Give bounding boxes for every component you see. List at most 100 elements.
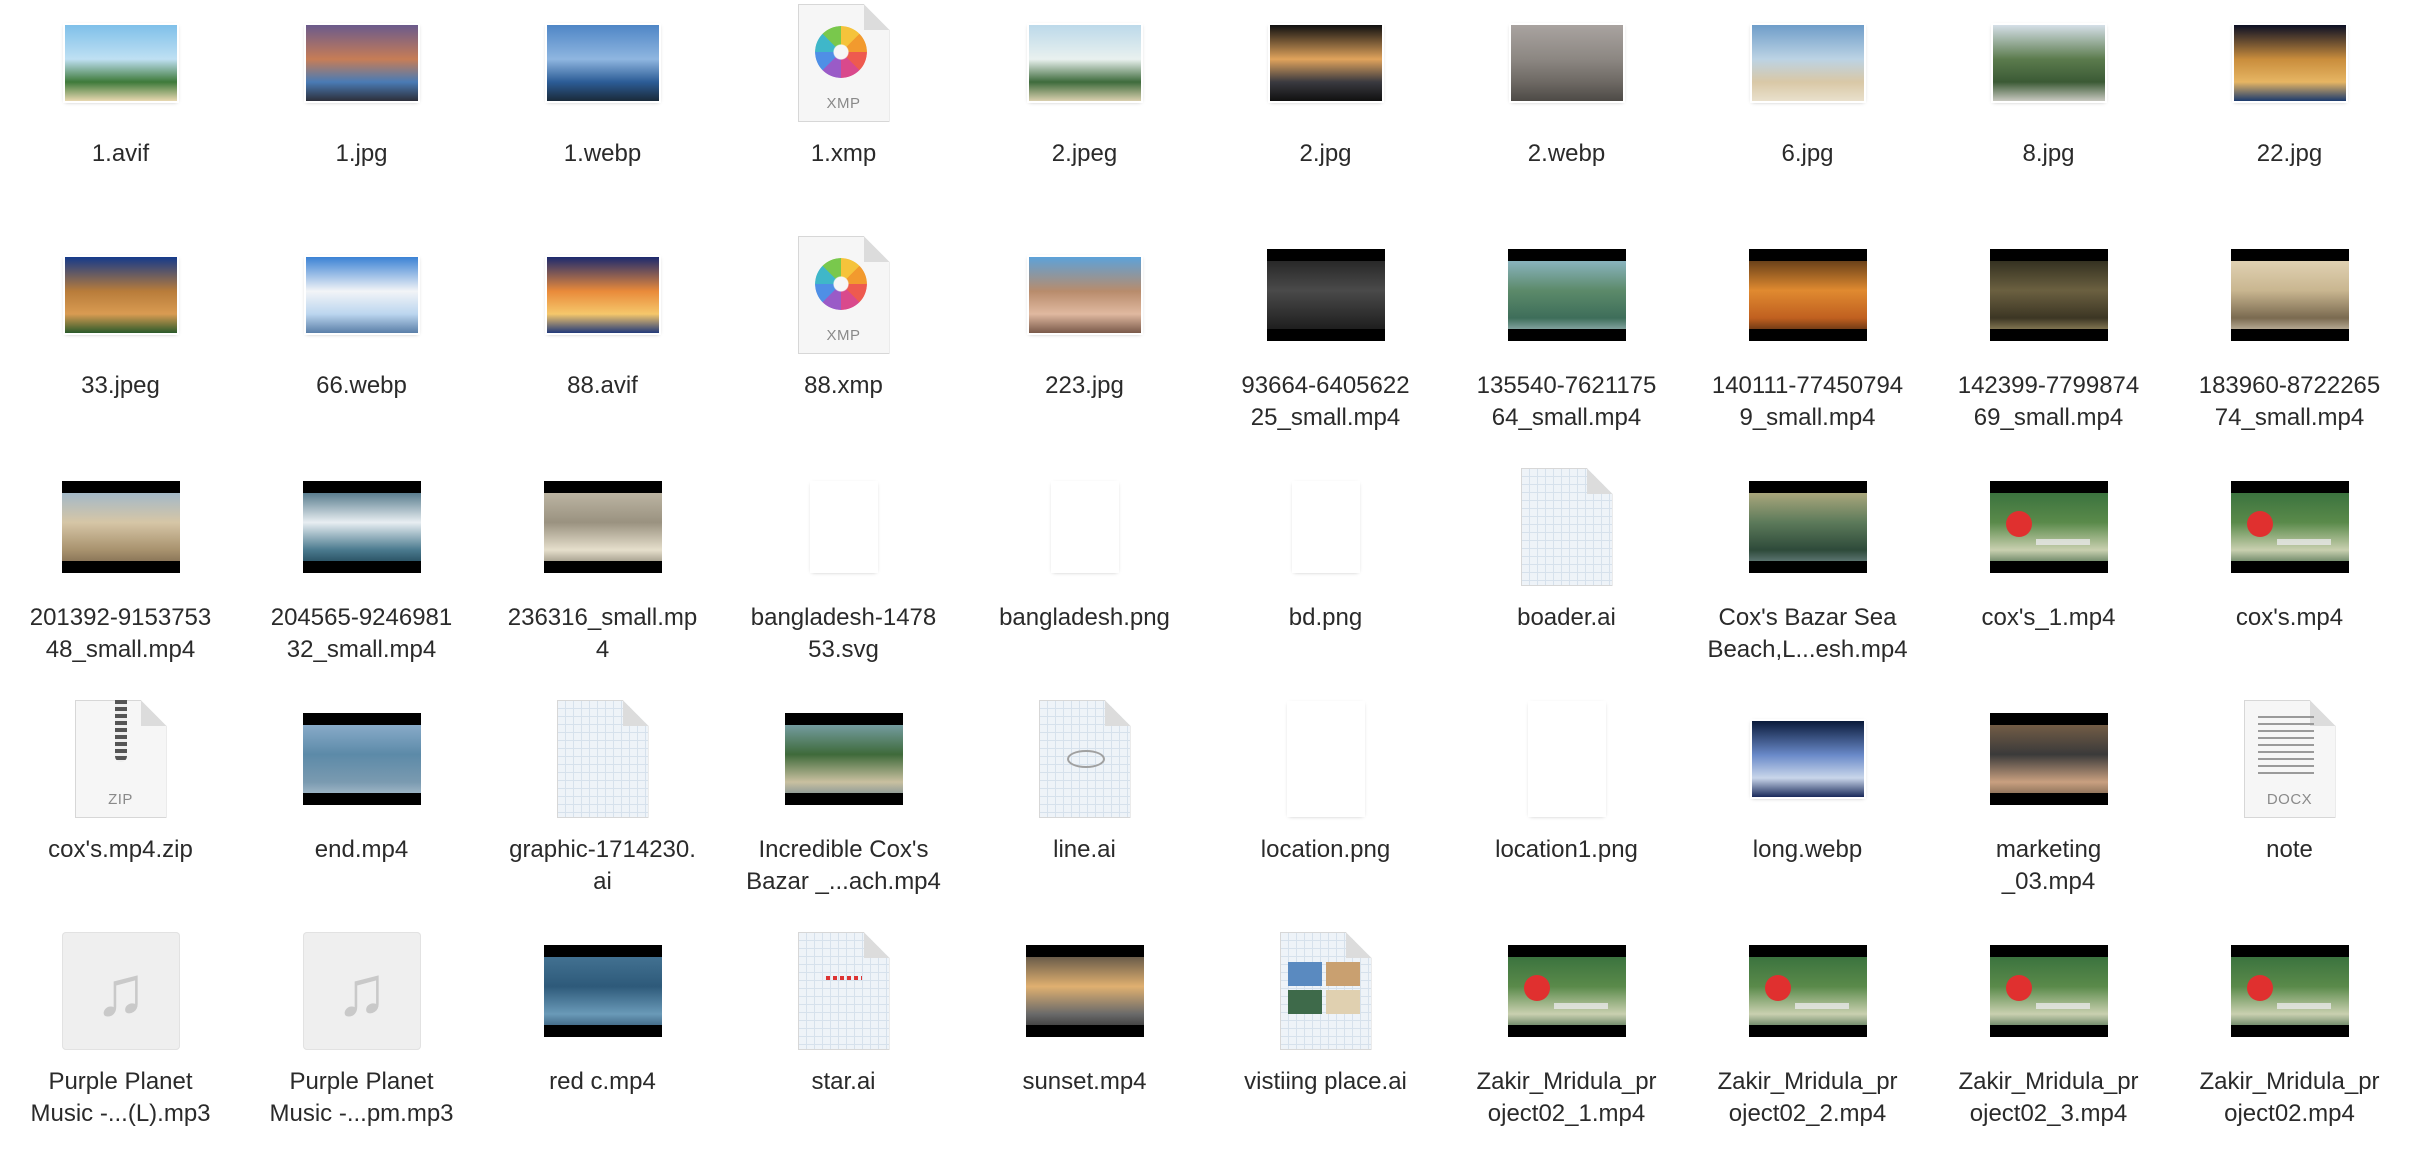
- file-item-135540-7621175-64-small-mp4[interactable]: 135540-7621175 64_small.mp4: [1446, 234, 1687, 466]
- file-icon[interactable]: [2169, 466, 2410, 588]
- file-icon[interactable]: [1446, 698, 1687, 820]
- file-item-bangladesh-1478-53-svg[interactable]: bangladesh-1478 53.svg: [723, 466, 964, 698]
- file-icon[interactable]: [1928, 698, 2169, 820]
- file-name-label[interactable]: bangladesh.png: [969, 602, 1201, 634]
- file-name-label[interactable]: 142399-7799874 69_small.mp4: [1933, 370, 2165, 434]
- file-name-label[interactable]: 88.xmp: [728, 370, 960, 402]
- file-item-1-jpg[interactable]: 1.jpg: [241, 2, 482, 234]
- file-icon[interactable]: [1928, 2, 2169, 124]
- file-item-incredible-cox-s-bazar-ach-mp4[interactable]: Incredible Cox's Bazar _...ach.mp4: [723, 698, 964, 930]
- file-name-label[interactable]: cox's_1.mp4: [1933, 602, 2165, 634]
- file-item-zakir-mridula-pr-oject02-1-mp4[interactable]: Zakir_Mridula_pr oject02_1.mp4: [1446, 930, 1687, 1162]
- file-icon[interactable]: [1687, 698, 1928, 820]
- file-item-purple-planet-music-pm-mp3[interactable]: ♫ Purple Planet Music -...pm.mp3: [241, 930, 482, 1162]
- file-icon[interactable]: XMP: [723, 234, 964, 356]
- file-name-label[interactable]: 33.jpeg: [5, 370, 237, 402]
- file-name-label[interactable]: star.ai: [728, 1066, 960, 1098]
- file-icon[interactable]: [241, 698, 482, 820]
- file-name-label[interactable]: line.ai: [969, 834, 1201, 866]
- file-item-8-jpg[interactable]: 8.jpg: [1928, 2, 2169, 234]
- file-icon[interactable]: [1205, 466, 1446, 588]
- file-item-183960-8722265-74-small-mp4[interactable]: 183960-8722265 74_small.mp4: [2169, 234, 2410, 466]
- file-name-label[interactable]: Zakir_Mridula_pr oject02.mp4: [2174, 1066, 2406, 1130]
- file-name-label[interactable]: 223.jpg: [969, 370, 1201, 402]
- file-icon[interactable]: [964, 2, 1205, 124]
- file-item-long-webp[interactable]: long.webp: [1687, 698, 1928, 930]
- file-icon[interactable]: XMP: [723, 2, 964, 124]
- file-item-93664-6405622-25-small-mp4[interactable]: 93664-6405622 25_small.mp4: [1205, 234, 1446, 466]
- file-name-label[interactable]: 6.jpg: [1692, 138, 1924, 170]
- file-name-label[interactable]: sunset.mp4: [969, 1066, 1201, 1098]
- file-item-cox-s-bazar-sea-beach-l-esh-mp4[interactable]: Cox's Bazar Sea Beach,L...esh.mp4: [1687, 466, 1928, 698]
- file-item-zakir-mridula-pr-oject02-2-mp4[interactable]: Zakir_Mridula_pr oject02_2.mp4: [1687, 930, 1928, 1162]
- file-name-label[interactable]: location1.png: [1451, 834, 1683, 866]
- file-name-label[interactable]: boader.ai: [1451, 602, 1683, 634]
- file-name-label[interactable]: 1.xmp: [728, 138, 960, 170]
- file-item-note[interactable]: DOCX note: [2169, 698, 2410, 930]
- file-name-label[interactable]: 22.jpg: [2174, 138, 2406, 170]
- file-name-label[interactable]: 140111-77450794 9_small.mp4: [1692, 370, 1924, 434]
- file-icon[interactable]: [241, 2, 482, 124]
- file-item-6-jpg[interactable]: 6.jpg: [1687, 2, 1928, 234]
- file-icon[interactable]: [1928, 234, 2169, 356]
- file-icon[interactable]: [482, 2, 723, 124]
- file-icon[interactable]: [723, 466, 964, 588]
- file-icon[interactable]: [482, 930, 723, 1052]
- file-item-sunset-mp4[interactable]: sunset.mp4: [964, 930, 1205, 1162]
- file-icon[interactable]: [964, 930, 1205, 1052]
- file-name-label[interactable]: 2.webp: [1451, 138, 1683, 170]
- file-name-label[interactable]: 1.avif: [5, 138, 237, 170]
- file-icon[interactable]: [964, 698, 1205, 820]
- file-item-cox-s-mp4[interactable]: cox's.mp4: [2169, 466, 2410, 698]
- file-item-purple-planet-music-l-mp3[interactable]: ♫ Purple Planet Music -...(L).mp3: [0, 930, 241, 1162]
- file-icon[interactable]: [1928, 930, 2169, 1052]
- file-icon[interactable]: [241, 234, 482, 356]
- file-name-label[interactable]: location.png: [1210, 834, 1442, 866]
- file-icon[interactable]: [482, 466, 723, 588]
- file-icon[interactable]: [1205, 2, 1446, 124]
- file-item-marketing-03-mp4[interactable]: marketing _03.mp4: [1928, 698, 2169, 930]
- file-icon[interactable]: [1687, 2, 1928, 124]
- file-name-label[interactable]: Zakir_Mridula_pr oject02_1.mp4: [1451, 1066, 1683, 1130]
- file-name-label[interactable]: note: [2174, 834, 2406, 866]
- file-item-33-jpeg[interactable]: 33.jpeg: [0, 234, 241, 466]
- file-item-201392-9153753-48-small-mp4[interactable]: 201392-9153753 48_small.mp4: [0, 466, 241, 698]
- file-item-line-ai[interactable]: line.ai: [964, 698, 1205, 930]
- file-item-204565-9246981-32-small-mp4[interactable]: 204565-9246981 32_small.mp4: [241, 466, 482, 698]
- file-item-red-c-mp4[interactable]: red c.mp4: [482, 930, 723, 1162]
- file-item-22-jpg[interactable]: 22.jpg: [2169, 2, 2410, 234]
- file-icon[interactable]: [964, 466, 1205, 588]
- file-name-label[interactable]: 236316_small.mp 4: [487, 602, 719, 666]
- file-item-1-avif[interactable]: 1.avif: [0, 2, 241, 234]
- file-name-label[interactable]: Cox's Bazar Sea Beach,L...esh.mp4: [1692, 602, 1924, 666]
- file-name-label[interactable]: Zakir_Mridula_pr oject02_2.mp4: [1692, 1066, 1924, 1130]
- file-item-223-jpg[interactable]: 223.jpg: [964, 234, 1205, 466]
- file-name-label[interactable]: 8.jpg: [1933, 138, 2165, 170]
- file-icon[interactable]: [0, 2, 241, 124]
- file-icon[interactable]: [0, 466, 241, 588]
- file-icon[interactable]: [723, 930, 964, 1052]
- file-icon[interactable]: [964, 234, 1205, 356]
- file-name-label[interactable]: vistiing place.ai: [1210, 1066, 1442, 1098]
- file-name-label[interactable]: graphic-1714230. ai: [487, 834, 719, 898]
- file-icon[interactable]: [482, 698, 723, 820]
- file-item-vistiing-place-ai[interactable]: vistiing place.ai: [1205, 930, 1446, 1162]
- file-icon[interactable]: [0, 234, 241, 356]
- file-item-location1-png[interactable]: location1.png: [1446, 698, 1687, 930]
- file-icon[interactable]: [482, 234, 723, 356]
- file-name-label[interactable]: Zakir_Mridula_pr oject02_3.mp4: [1933, 1066, 2165, 1130]
- file-icon[interactable]: [1205, 930, 1446, 1052]
- file-name-label[interactable]: 1.jpg: [246, 138, 478, 170]
- file-item-66-webp[interactable]: 66.webp: [241, 234, 482, 466]
- file-item-2-jpg[interactable]: 2.jpg: [1205, 2, 1446, 234]
- file-item-142399-7799874-69-small-mp4[interactable]: 142399-7799874 69_small.mp4: [1928, 234, 2169, 466]
- file-name-label[interactable]: 66.webp: [246, 370, 478, 402]
- file-item-bd-png[interactable]: bd.png: [1205, 466, 1446, 698]
- file-icon[interactable]: [1928, 466, 2169, 588]
- file-name-label[interactable]: marketing _03.mp4: [1933, 834, 2165, 898]
- file-icon[interactable]: [1687, 466, 1928, 588]
- file-item-location-png[interactable]: location.png: [1205, 698, 1446, 930]
- file-item-236316-small-mp-4[interactable]: 236316_small.mp 4: [482, 466, 723, 698]
- file-name-label[interactable]: 93664-6405622 25_small.mp4: [1210, 370, 1442, 434]
- file-icon[interactable]: DOCX: [2169, 698, 2410, 820]
